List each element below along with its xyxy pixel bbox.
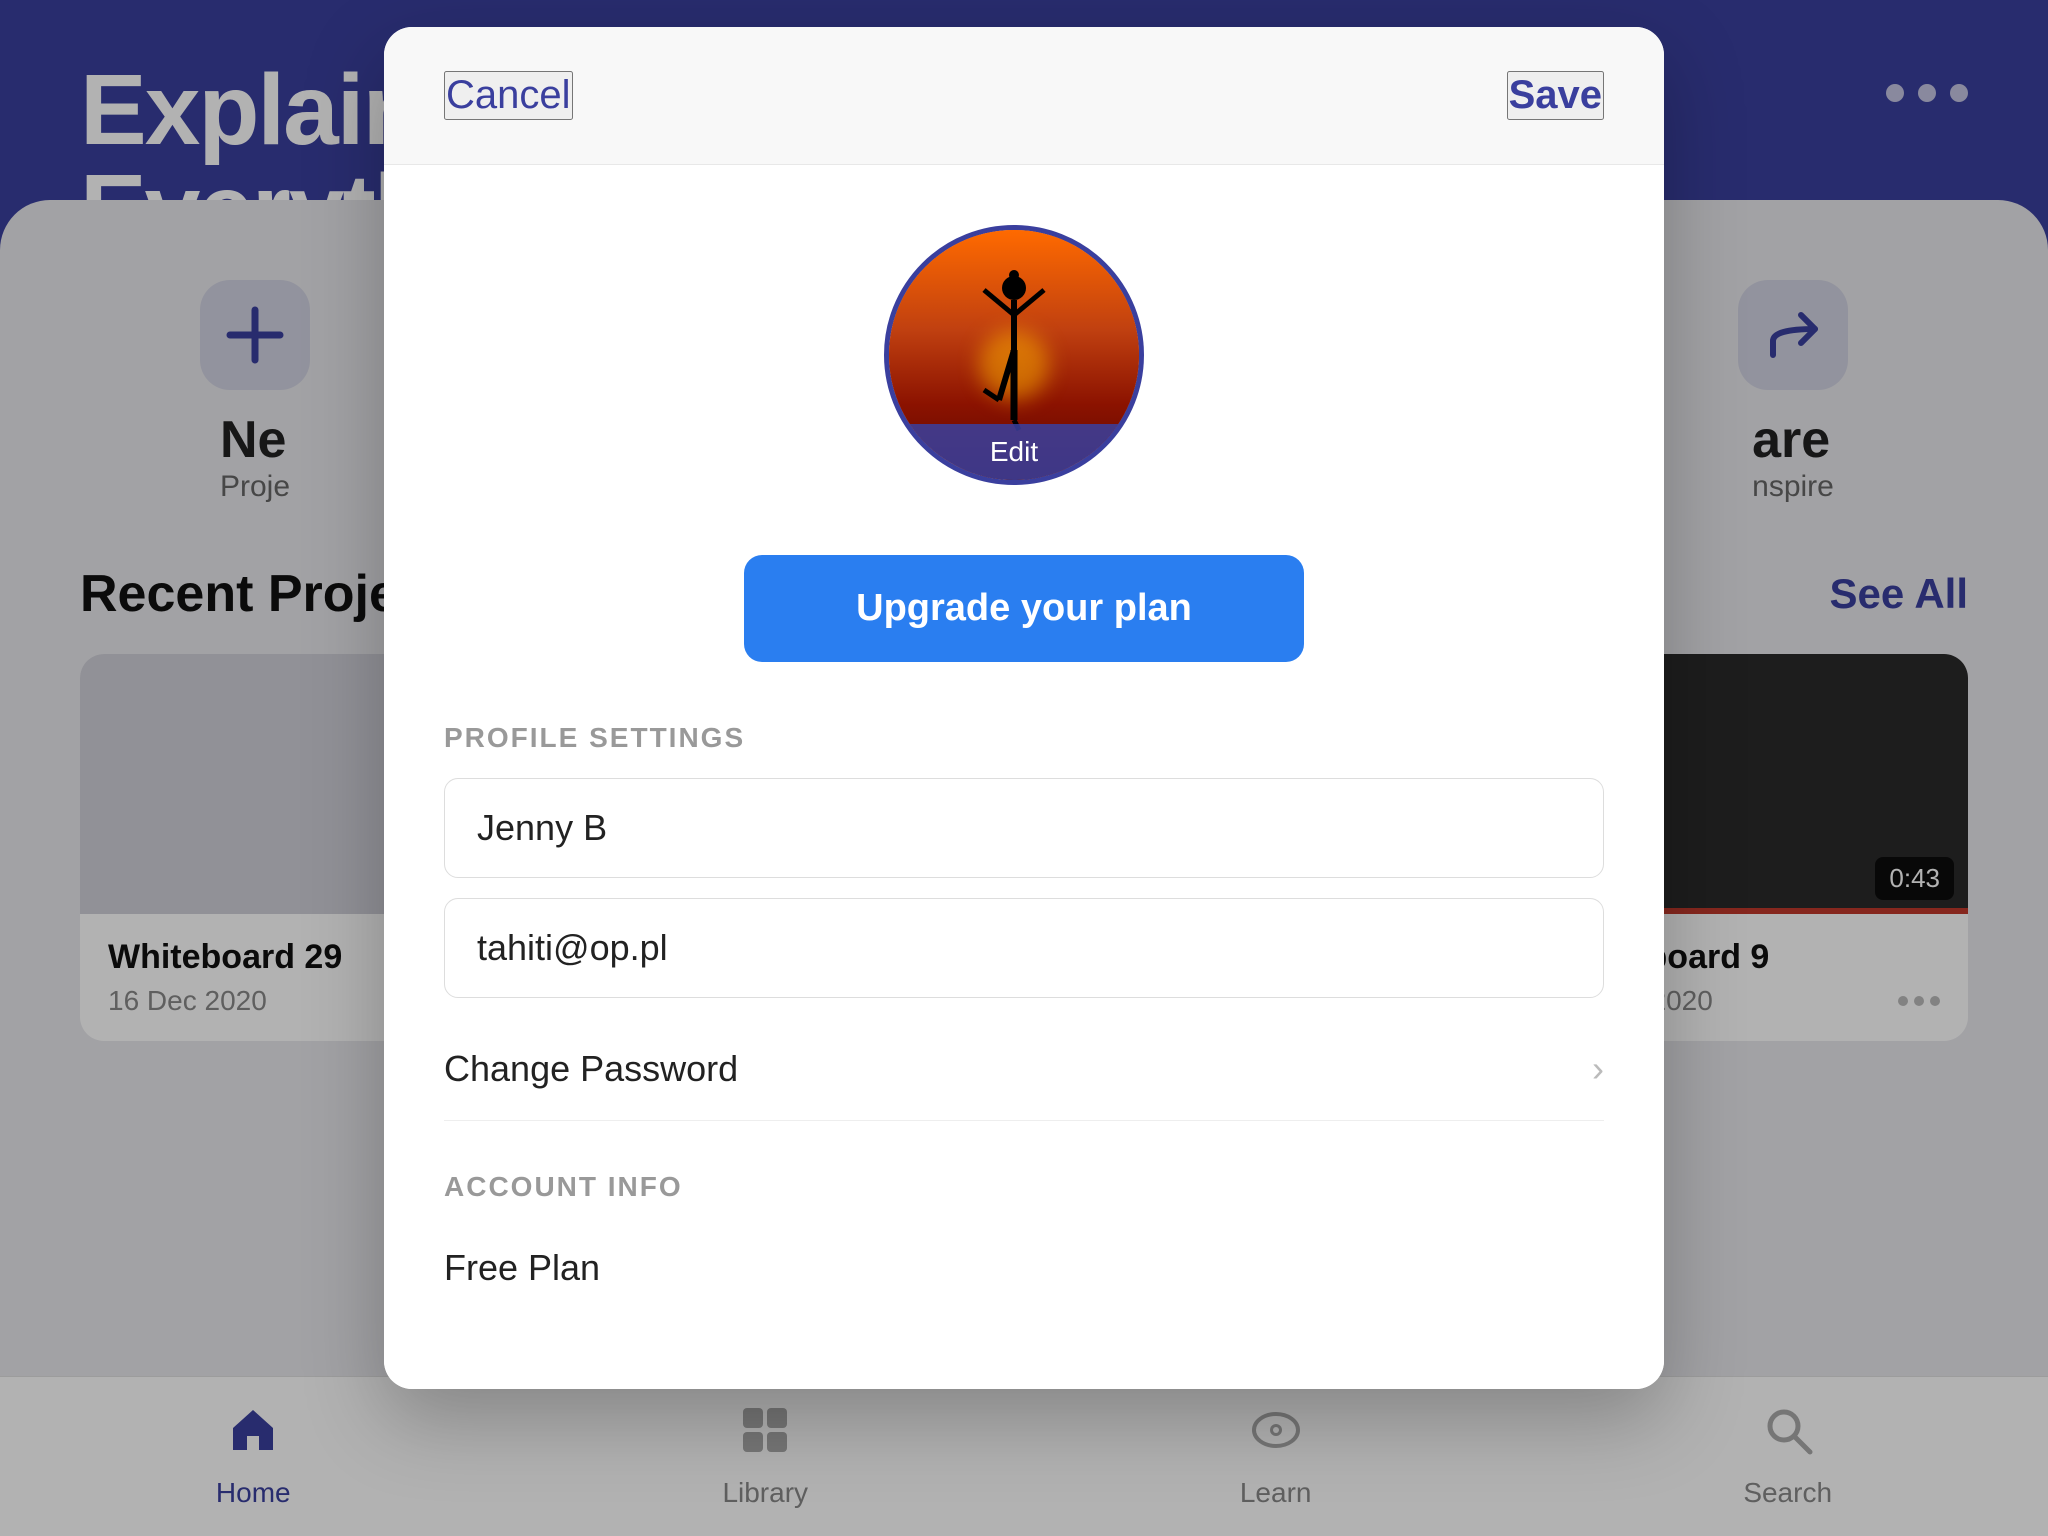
upgrade-button[interactable]: Upgrade your plan bbox=[744, 555, 1304, 662]
profile-modal: Cancel Save bbox=[384, 27, 1664, 1389]
chevron-right-icon: › bbox=[1592, 1048, 1604, 1090]
avatar-edit-label[interactable]: Edit bbox=[889, 424, 1139, 480]
save-button[interactable]: Save bbox=[1507, 71, 1604, 120]
modal-header: Cancel Save bbox=[384, 27, 1664, 165]
avatar-section: Edit bbox=[444, 225, 1604, 505]
modal-overlay: Cancel Save bbox=[0, 0, 2048, 1536]
free-plan-label: Free Plan bbox=[444, 1227, 1604, 1309]
email-input[interactable] bbox=[444, 898, 1604, 998]
avatar-container[interactable]: Edit bbox=[884, 225, 1164, 505]
change-password-label: Change Password bbox=[444, 1048, 738, 1090]
profile-settings-label: PROFILE SETTINGS bbox=[444, 722, 1604, 754]
cancel-button[interactable]: Cancel bbox=[444, 71, 573, 120]
modal-body: Edit Upgrade your plan PROFILE SETTINGS … bbox=[384, 165, 1664, 1389]
change-password-row[interactable]: Change Password › bbox=[444, 1018, 1604, 1121]
avatar-circle: Edit bbox=[884, 225, 1144, 485]
account-info-label: ACCOUNT INFO bbox=[444, 1171, 1604, 1203]
name-input[interactable] bbox=[444, 778, 1604, 878]
